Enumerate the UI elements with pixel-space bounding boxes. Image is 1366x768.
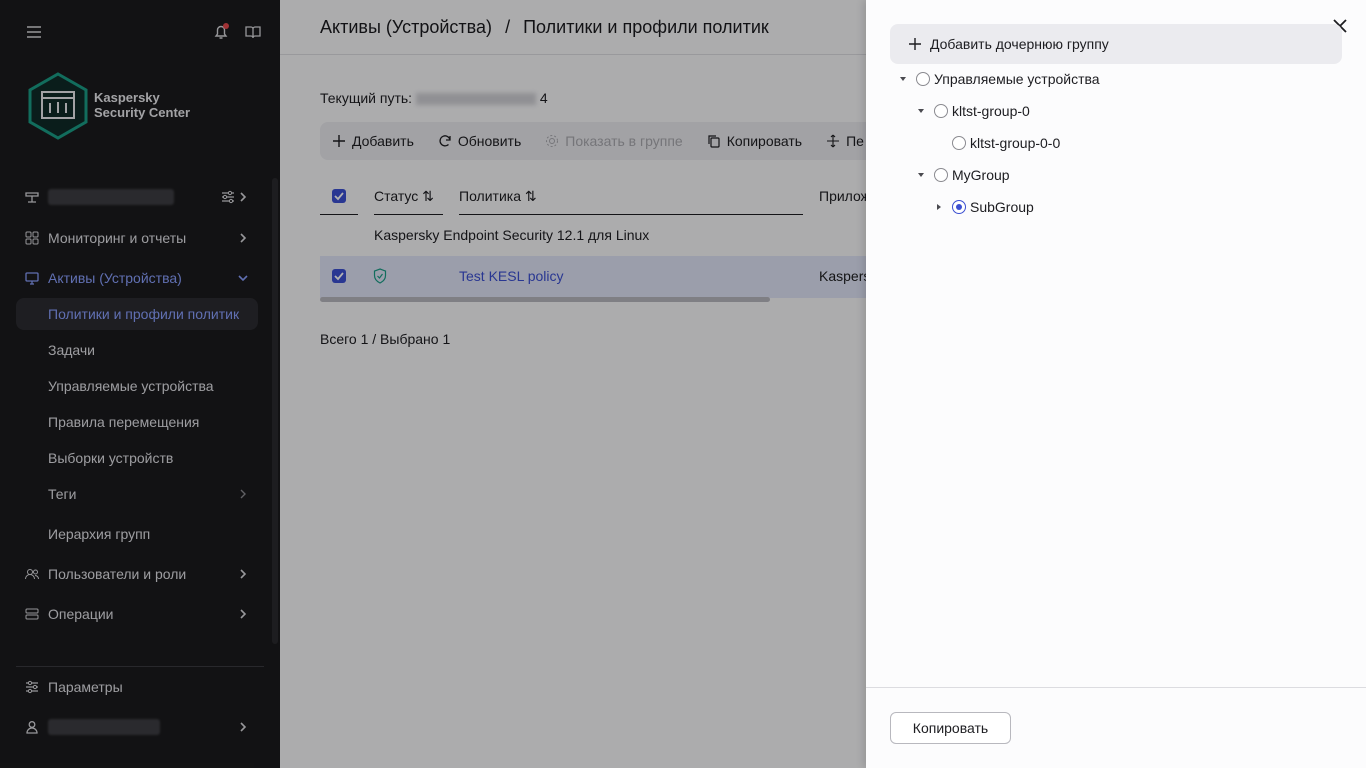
group-select-panel: Добавить дочернюю группу Управляемые уст…	[866, 0, 1366, 768]
copy-button[interactable]: Копировать	[890, 712, 1011, 744]
expand-toggle-icon[interactable]	[916, 106, 926, 116]
tree-item-label: MyGroup	[952, 167, 1010, 183]
tree-item-label: kltst-group-0-0	[970, 135, 1060, 151]
tree-item-mygroup[interactable]: MyGroup	[916, 164, 1010, 186]
modal-overlay[interactable]	[0, 0, 866, 768]
tree-item-label: SubGroup	[970, 199, 1034, 215]
add-child-group-label: Добавить дочернюю группу	[930, 36, 1109, 52]
plus-icon	[908, 37, 922, 51]
tree-radio[interactable]	[934, 168, 948, 182]
tree-item-label: Управляемые устройства	[934, 71, 1100, 87]
tree-radio[interactable]	[952, 136, 966, 150]
tree-item-kltst-group-0[interactable]: kltst-group-0	[916, 100, 1030, 122]
add-child-group-button[interactable]: Добавить дочернюю группу	[890, 24, 1342, 64]
tree-item-kltst-group-0-0[interactable]: kltst-group-0-0	[934, 132, 1060, 154]
tree-radio-selected[interactable]	[952, 200, 966, 214]
expand-toggle-icon[interactable]	[916, 170, 926, 180]
tree-item-label: kltst-group-0	[952, 103, 1030, 119]
collapse-toggle-icon[interactable]	[934, 202, 944, 212]
tree-item-subgroup[interactable]: SubGroup	[934, 196, 1034, 218]
tree-radio[interactable]	[916, 72, 930, 86]
tree-item-managed-devices[interactable]: Управляемые устройства	[898, 68, 1100, 90]
panel-footer-divider	[866, 687, 1366, 688]
tree-radio[interactable]	[934, 104, 948, 118]
expand-toggle-icon[interactable]	[898, 74, 908, 84]
